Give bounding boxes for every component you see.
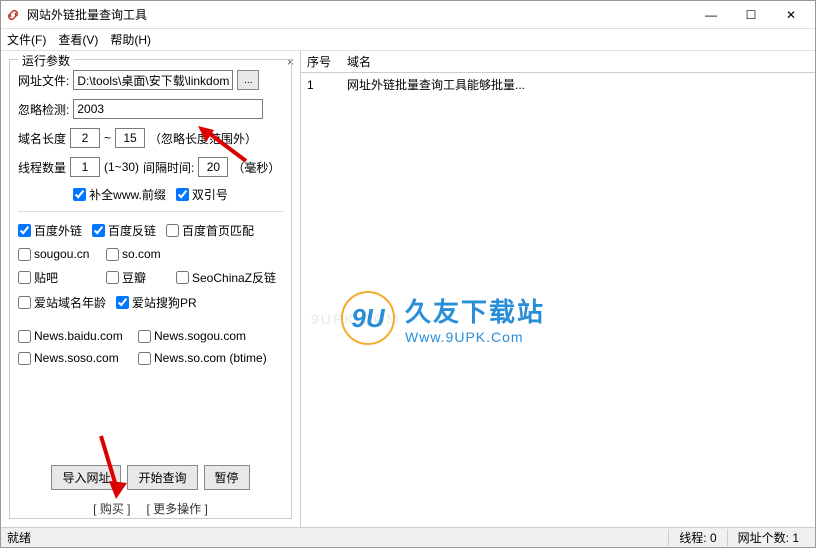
content-area: × 运行参数 网址文件: ... 忽略检测: 域名长度 ~ （忽略 (1, 51, 815, 527)
cb-quote[interactable]: 双引号 (176, 186, 228, 203)
import-button[interactable]: 导入网址 (51, 465, 121, 490)
start-button[interactable]: 开始查询 (127, 465, 197, 490)
cb-baidu-home[interactable]: 百度首页匹配 (166, 222, 254, 239)
more-link[interactable]: [ 更多操作 ] (147, 500, 208, 517)
check-group-4: 爱站域名年龄 爱站搜狗PR (18, 294, 283, 311)
threads-note: (1~30) (104, 160, 139, 174)
cb-seochinaz[interactable]: SeoChinaZ反链 (176, 269, 276, 286)
browse-button[interactable]: ... (237, 70, 259, 90)
cb-so[interactable]: so.com (106, 247, 161, 261)
pause-button[interactable]: 暂停 (204, 465, 250, 490)
cb-news-so[interactable]: News.so.com (btime) (138, 351, 267, 365)
check-group-5: News.baidu.com News.sogou.com (18, 329, 283, 343)
cb-douban[interactable]: 豆瓣 (106, 269, 166, 286)
menu-view[interactable]: 查看(V) (58, 31, 98, 48)
ignore-input[interactable] (73, 99, 263, 119)
status-count: 网址个数: 1 (727, 529, 809, 546)
file-label: 网址文件: (18, 72, 69, 89)
maximize-button[interactable]: ☐ (731, 2, 771, 28)
domain-len-min[interactable] (70, 128, 100, 148)
td-seq: 1 (307, 78, 347, 92)
menu-file[interactable]: 文件(F) (7, 31, 46, 48)
window-title: 网站外链批量查询工具 (27, 6, 691, 23)
prefix-row: 补全www.前缀 双引号 (18, 186, 283, 203)
separator (18, 211, 283, 212)
right-panel: 序号 域名 1 网址外链批量查询工具能够批量... (301, 51, 815, 527)
domain-len-note: （忽略长度范围外） (149, 130, 257, 147)
interval-unit: （毫秒） (232, 159, 280, 176)
cb-baidu-out[interactable]: 百度外链 (18, 222, 82, 239)
cb-news-sogou[interactable]: News.sogou.com (138, 329, 246, 343)
th-seq[interactable]: 序号 (307, 53, 347, 70)
minimize-button[interactable]: — (691, 2, 731, 28)
cb-aizhan-age[interactable]: 爱站域名年龄 (18, 294, 106, 311)
domain-len-max[interactable] (115, 128, 145, 148)
check-group-3: 贴吧 豆瓣 SeoChinaZ反链 (18, 269, 283, 286)
menubar: 文件(F) 查看(V) 帮助(H) (1, 29, 815, 51)
threads-input[interactable] (70, 157, 100, 177)
buy-link[interactable]: [ 购买 ] (93, 500, 130, 517)
cb-tieba[interactable]: 贴吧 (18, 269, 96, 286)
link-row: [ 购买 ] [ 更多操作 ] (18, 500, 283, 517)
interval-input[interactable] (198, 157, 228, 177)
cb-aizhan-pr[interactable]: 爱站搜狗PR (116, 294, 197, 311)
interval-label: 间隔时间: (143, 159, 194, 176)
titlebar: 网站外链批量查询工具 — ☐ ✕ (1, 1, 815, 29)
table-header: 序号 域名 (301, 51, 815, 73)
close-button[interactable]: ✕ (771, 2, 811, 28)
domain-length-row: 域名长度 ~ （忽略长度范围外） (18, 128, 283, 148)
window-controls: — ☐ ✕ (691, 2, 811, 28)
cb-baidu-back[interactable]: 百度反链 (92, 222, 156, 239)
ignore-row: 忽略检测: (18, 99, 283, 119)
menu-help[interactable]: 帮助(H) (110, 31, 151, 48)
app-window: 网站外链批量查询工具 — ☐ ✕ 文件(F) 查看(V) 帮助(H) × 运行参… (0, 0, 816, 548)
button-row: 导入网址 开始查询 暂停 (18, 465, 283, 490)
table-row[interactable]: 1 网址外链批量查询工具能够批量... (301, 73, 815, 96)
file-row: 网址文件: ... (18, 70, 283, 90)
status-ready: 就绪 (7, 529, 668, 546)
ignore-label: 忽略检测: (18, 101, 69, 118)
params-groupbox: 运行参数 网址文件: ... 忽略检测: 域名长度 ~ （忽略长度范围外） (9, 59, 292, 519)
threads-label: 线程数量 (18, 159, 66, 176)
check-group-6: News.soso.com News.so.com (btime) (18, 351, 283, 365)
file-input[interactable] (73, 70, 233, 90)
statusbar: 就绪 线程: 0 网址个数: 1 (1, 527, 815, 547)
check-group-2: sougou.cn so.com (18, 247, 283, 261)
groupbox-title: 运行参数 (18, 52, 74, 69)
cb-news-baidu[interactable]: News.baidu.com (18, 329, 128, 343)
th-domain[interactable]: 域名 (347, 53, 809, 70)
chain-icon (5, 7, 21, 23)
td-domain: 网址外链批量查询工具能够批量... (347, 76, 525, 93)
status-threads: 线程: 0 (668, 529, 726, 546)
left-panel: × 运行参数 网址文件: ... 忽略检测: 域名长度 ~ （忽略 (1, 51, 301, 527)
cb-news-soso[interactable]: News.soso.com (18, 351, 128, 365)
check-group-1: 百度外链 百度反链 百度首页匹配 (18, 222, 283, 239)
cb-sougou[interactable]: sougou.cn (18, 247, 96, 261)
domain-len-sep: ~ (104, 131, 111, 145)
domain-len-label: 域名长度 (18, 130, 66, 147)
threads-row: 线程数量 (1~30) 间隔时间: （毫秒） (18, 157, 283, 177)
cb-www[interactable]: 补全www.前缀 (73, 186, 166, 203)
